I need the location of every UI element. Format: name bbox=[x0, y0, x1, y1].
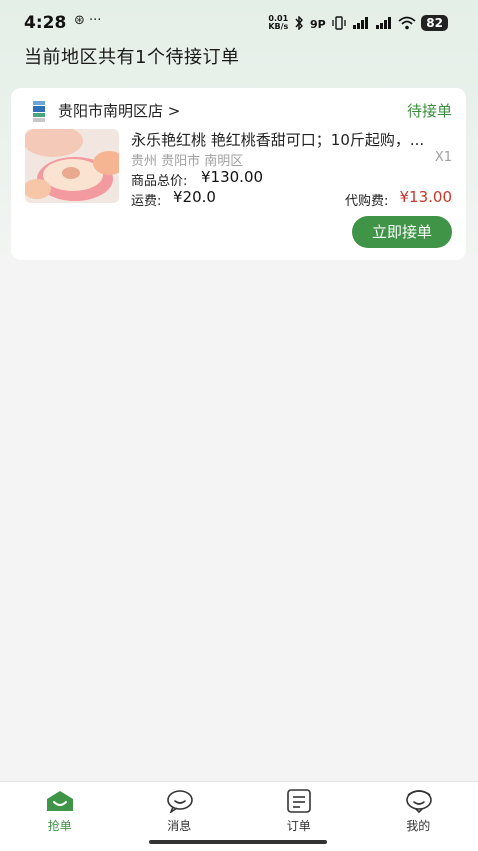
svg-text:9P: 9P bbox=[310, 18, 326, 30]
order-status-badge: 待接单 bbox=[407, 100, 452, 121]
profile-icon bbox=[404, 789, 434, 813]
shipping-fee-value: ¥20.0 bbox=[173, 188, 216, 206]
tab-messages[interactable]: 消息 bbox=[120, 782, 240, 838]
network-speed-unit: KB/s bbox=[268, 23, 288, 31]
orders-icon bbox=[284, 789, 314, 813]
shop-name-link[interactable]: 贵阳市南明区店 > bbox=[58, 100, 180, 121]
tab-grab-order[interactable]: 抢单 bbox=[0, 782, 120, 838]
total-price-value: ¥130.00 bbox=[201, 168, 263, 186]
wifi-icon bbox=[398, 16, 416, 30]
signal-icon-2 bbox=[375, 16, 393, 30]
notification-icons: ⊛ ··· bbox=[74, 13, 101, 28]
tab-label: 抢单 bbox=[0, 817, 120, 834]
home-indicator[interactable] bbox=[149, 840, 327, 844]
tab-label: 我的 bbox=[359, 817, 478, 834]
status-time: 4:28 bbox=[24, 13, 66, 33]
battery-indicator: 82 bbox=[421, 15, 448, 31]
grab-order-icon bbox=[45, 789, 75, 813]
shipping-fee-label: 运费: bbox=[131, 190, 161, 209]
bluetooth-icon bbox=[293, 16, 305, 30]
purchase-fee-label: 代购费: bbox=[345, 190, 388, 209]
purchase-fee-value: ¥13.00 bbox=[400, 188, 453, 206]
accept-order-button[interactable]: 立即接单 bbox=[352, 216, 452, 248]
status-right-group: 0.01 KB/s 9P 82 bbox=[268, 15, 448, 31]
order-quantity: X1 bbox=[435, 150, 452, 165]
product-name[interactable]: 永乐艳红桃 艳红桃香甜可口；10斤起购，... bbox=[131, 129, 451, 150]
tab-label: 消息 bbox=[120, 817, 240, 834]
hd-call-icon: 9P bbox=[310, 16, 326, 30]
tab-orders[interactable]: 订单 bbox=[239, 782, 359, 838]
tab-profile[interactable]: 我的 bbox=[359, 782, 478, 838]
message-icon bbox=[165, 789, 195, 813]
shop-logo-icon bbox=[33, 101, 45, 122]
order-location: 贵州 贵阳市 南明区 bbox=[131, 150, 243, 169]
page-title: 当前地区共有1个待接订单 bbox=[24, 43, 239, 69]
signal-icon-1 bbox=[352, 16, 370, 30]
product-image[interactable] bbox=[25, 129, 119, 203]
status-bar: 4:28 ⊛ ··· 0.01 KB/s 9P 82 bbox=[0, 0, 478, 44]
total-price-label: 商品总价: bbox=[131, 170, 187, 189]
network-speed: 0.01 KB/s bbox=[268, 15, 288, 31]
vibrate-icon bbox=[331, 16, 347, 30]
tab-label: 订单 bbox=[239, 817, 359, 834]
order-card[interactable]: 贵阳市南明区店 > 待接单 永乐艳红桃 艳红桃香甜可口；10斤起购，... 贵州… bbox=[11, 88, 466, 260]
